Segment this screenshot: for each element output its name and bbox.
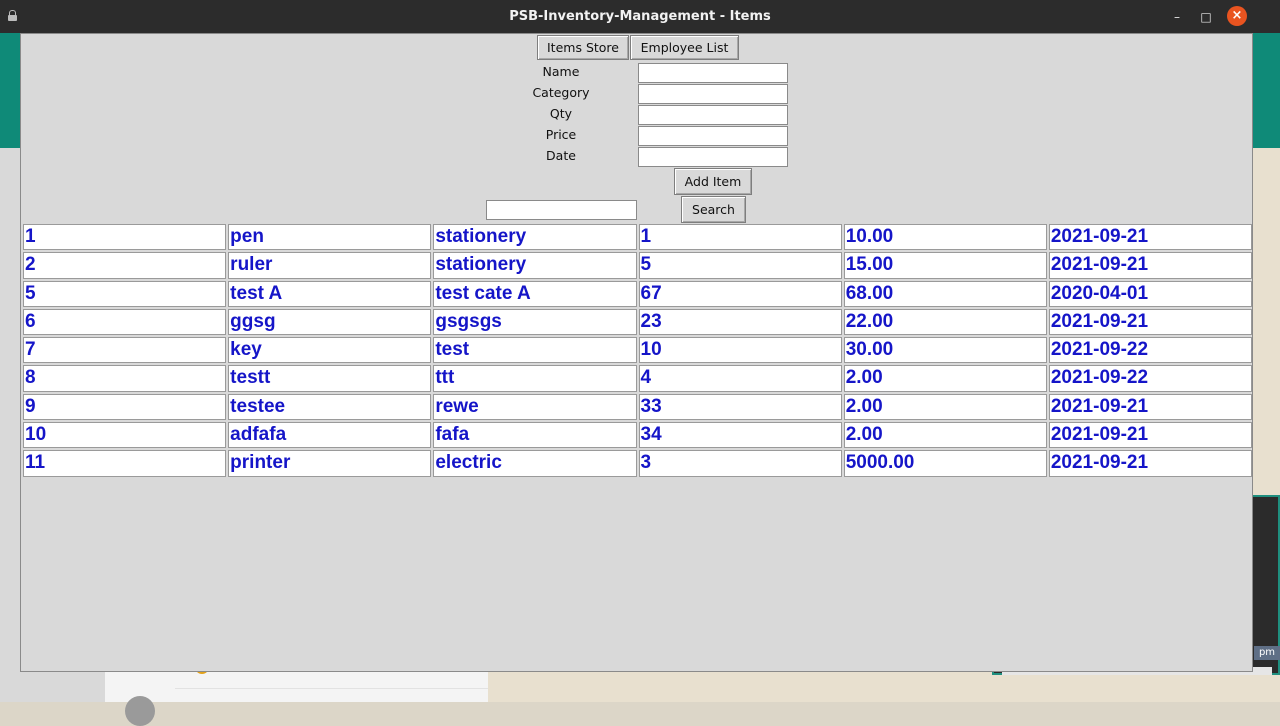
items-table: 1 pen stationery 1 10.00 2021-09-21 2 ruler stat… [22,224,1253,479]
search-button[interactable]: Search [681,196,746,223]
cell-name[interactable]: printer [228,450,432,477]
table-row: 6 ggsg gsgsgs 23 22.00 2021-09-21 [22,308,1253,337]
cell-id[interactable]: 8 [23,365,227,392]
cell-qty[interactable]: 4 [638,365,842,392]
name-field[interactable] [638,63,788,83]
cell-category[interactable]: gsgsgs [433,308,637,336]
cell-name[interactable]: key [228,337,432,364]
cell-price[interactable]: 15.00 [843,252,1047,279]
price-field[interactable] [638,126,788,146]
table-row: 7 key test 10 30.00 2021-09-22 [22,337,1253,365]
cell-date[interactable]: 2021-09-22 [1048,365,1253,392]
window-title: PSB-Inventory-Management - Items [509,9,771,24]
cell-date[interactable]: 2021-09-21 [1048,252,1253,279]
cell-date[interactable]: 2021-09-21 [1048,450,1253,477]
cell-category[interactable]: fafa [433,422,637,449]
cell-category[interactable]: test [433,337,637,364]
cell-id[interactable]: 6 [23,308,227,336]
background-divider [175,688,488,689]
cell-id[interactable]: 11 [23,450,227,477]
cell-id[interactable]: 5 [23,280,227,307]
maximize-button[interactable]: □ [1196,7,1216,27]
name-label: Name [542,64,580,79]
date-label: Date [546,148,576,163]
cell-price[interactable]: 30.00 [843,337,1047,364]
cell-name[interactable]: adfafa [228,422,432,449]
table-row: 10 adfafa fafa 34 2.00 2021-09-21 [22,422,1253,450]
cell-category[interactable]: ttt [433,365,637,392]
cell-name[interactable]: ggsg [228,308,432,336]
cell-id[interactable]: 2 [23,252,227,279]
cell-qty[interactable]: 34 [638,422,842,449]
cell-id[interactable]: 10 [23,422,227,449]
cell-category[interactable]: rewe [433,393,637,421]
cell-date[interactable]: 2020-04-01 [1048,280,1253,307]
employee-list-button[interactable]: Employee List [630,35,739,60]
table-row: 9 testee rewe 33 2.00 2021-09-21 [22,393,1253,422]
cell-price[interactable]: 68.00 [843,280,1047,307]
cell-qty[interactable]: 67 [638,280,842,307]
cell-price[interactable]: 2.00 [843,422,1047,449]
cell-qty[interactable]: 3 [638,450,842,477]
cell-price[interactable]: 22.00 [843,308,1047,336]
date-field[interactable] [638,147,788,167]
items-store-button[interactable]: Items Store [537,35,629,60]
cell-name[interactable]: ruler [228,252,432,279]
cell-price[interactable]: 2.00 [843,393,1047,421]
cell-qty[interactable]: 23 [638,308,842,336]
category-field[interactable] [638,84,788,104]
qty-field[interactable] [638,105,788,125]
minimize-button[interactable]: – [1167,7,1187,27]
cell-name[interactable]: test A [228,280,432,307]
cell-date[interactable]: 2021-09-21 [1048,308,1253,336]
cell-name[interactable]: testt [228,365,432,392]
add-item-button[interactable]: Add Item [674,168,752,195]
items-window: Items Store Employee List Name Category … [20,33,1253,672]
qty-label: Qty [549,106,573,121]
background-clock-fragment: pm [1254,646,1280,660]
search-input[interactable] [486,200,637,220]
cell-category[interactable]: stationery [433,252,637,279]
cell-date[interactable]: 2021-09-21 [1048,393,1253,421]
price-label: Price [545,127,577,142]
cell-price[interactable]: 2.00 [843,365,1047,392]
category-label: Category [532,85,590,100]
cell-price[interactable]: 5000.00 [843,450,1047,477]
cell-date[interactable]: 2021-09-21 [1048,224,1253,251]
cell-name[interactable]: testee [228,393,432,421]
cell-date[interactable]: 2021-09-21 [1048,422,1253,449]
cell-qty[interactable]: 1 [638,224,842,251]
background-avatar [125,696,155,726]
table-row: 8 testt ttt 4 2.00 2021-09-22 [22,365,1253,393]
cell-qty[interactable]: 33 [638,393,842,421]
cell-price[interactable]: 10.00 [843,224,1047,251]
cell-id[interactable]: 9 [23,393,227,421]
table-row: 5 test Atest cate A 67 68.00 2020-04-01 [22,280,1253,309]
cell-category[interactable]: electric [433,450,637,477]
table-row: 1 pen stationery 1 10.00 2021-09-21 [22,224,1253,252]
cell-date[interactable]: 2021-09-22 [1048,337,1253,364]
cell-id[interactable]: 1 [23,224,227,251]
window-titlebar[interactable]: PSB-Inventory-Management - Items – □ × [0,0,1280,33]
close-button[interactable]: × [1227,6,1247,26]
cell-name[interactable]: pen [228,224,432,251]
table-row: 11 printer electric 3 5000.00 2021-09-21 [22,450,1253,478]
cell-category[interactable]: test cate A [433,280,637,307]
cell-category[interactable]: stationery [433,224,637,251]
table-row: 2 ruler stationery 5 15.00 2021-09-21 [22,252,1253,280]
cell-qty[interactable]: 5 [638,252,842,279]
cell-id[interactable]: 7 [23,337,227,364]
cell-qty[interactable]: 10 [638,337,842,364]
